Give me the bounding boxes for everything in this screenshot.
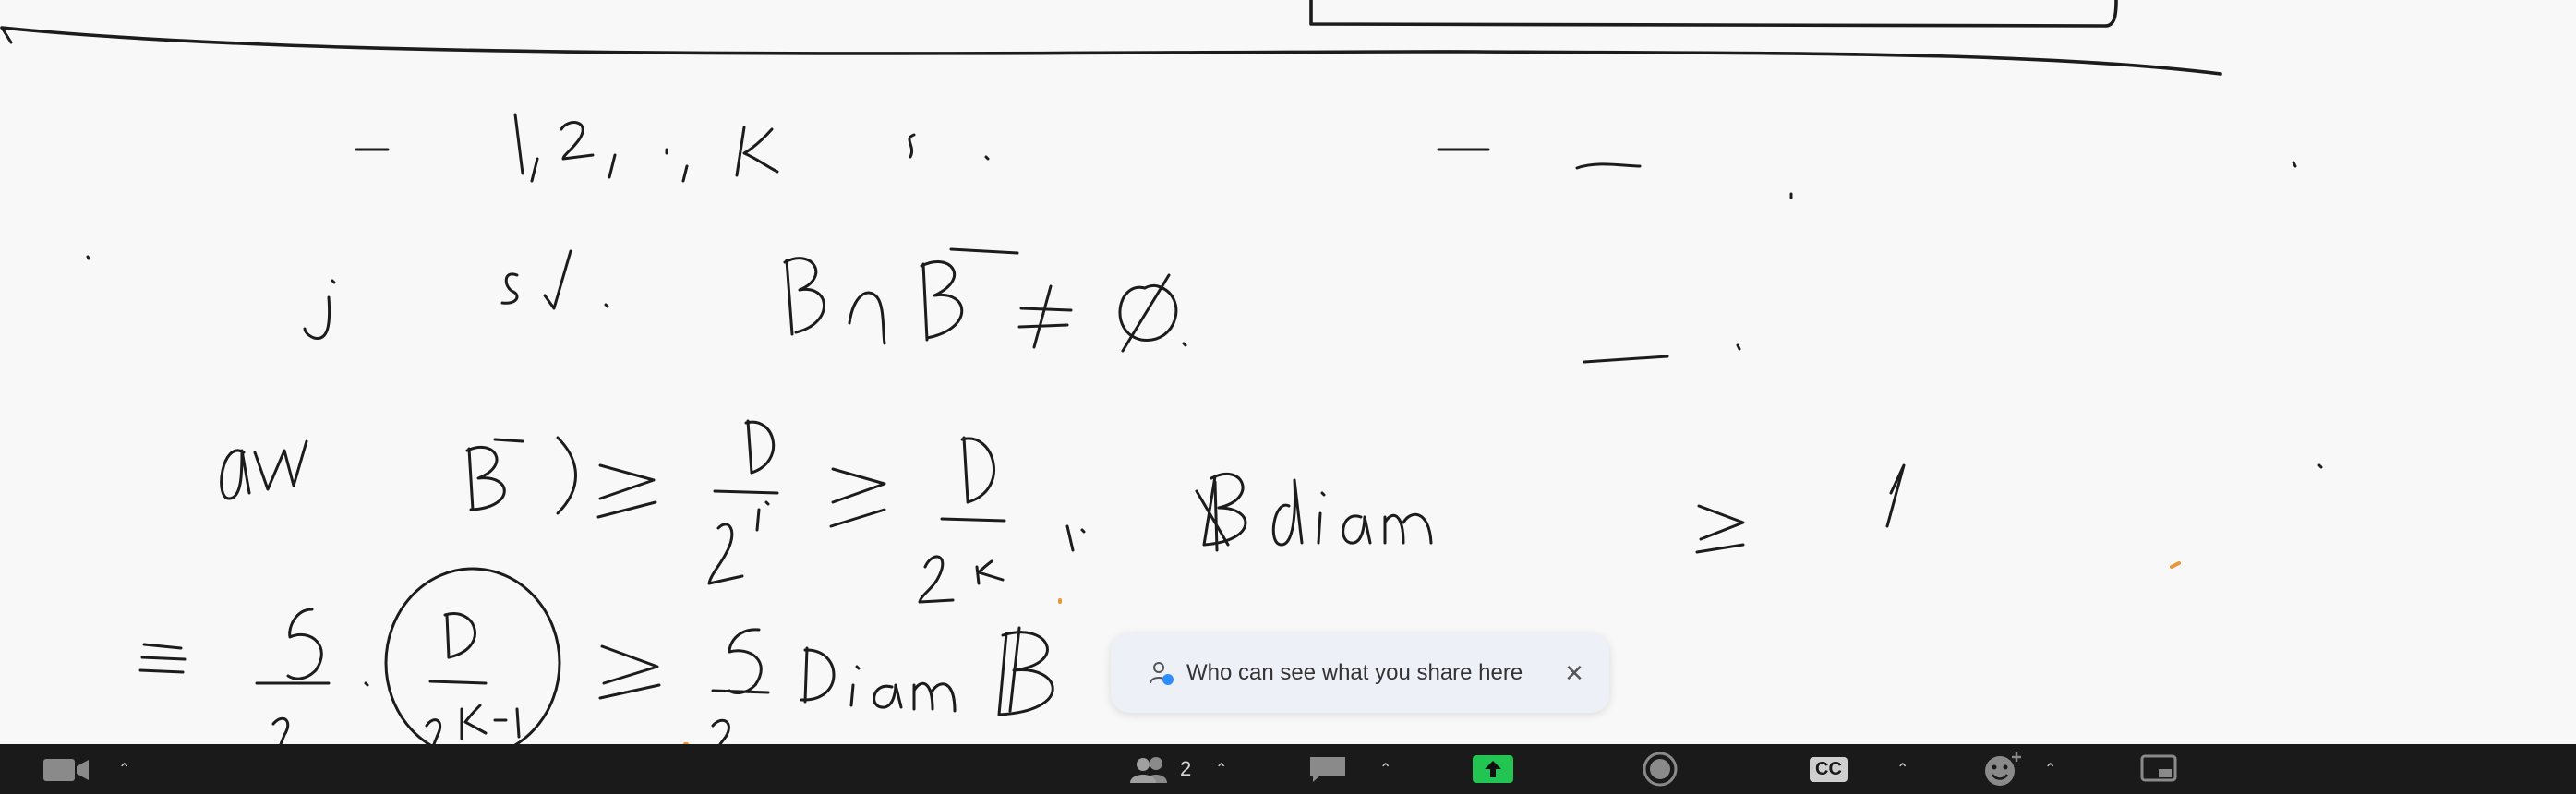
video-camera-icon xyxy=(43,759,89,781)
ink-row-4 xyxy=(138,567,1054,744)
share-visibility-notice: Who can see what you share here ✕ xyxy=(1111,633,1609,713)
meeting-toolbar: ⌃ 2 ⌃ ⌃ CC ⌃ ⌃ xyxy=(0,744,2576,794)
share-screen-icon xyxy=(1473,755,1513,783)
view-icon xyxy=(2140,754,2177,782)
chevron-up-icon: ⌃ xyxy=(118,762,131,777)
chevron-up-icon: ⌃ xyxy=(1215,762,1228,777)
close-icon[interactable]: ✕ xyxy=(1559,659,1589,688)
share-notice-text: Who can see what you share here xyxy=(1186,660,1523,685)
captions-button[interactable]: CC xyxy=(1810,744,1848,794)
ink-row-3 xyxy=(220,419,2323,604)
chevron-up-icon: ⌃ xyxy=(2044,762,2057,777)
participants-button[interactable]: 2 xyxy=(1128,744,1198,794)
chevron-up-icon: ⌃ xyxy=(1896,762,1909,777)
participants-count: 2 xyxy=(1180,757,1192,780)
video-button[interactable] xyxy=(42,744,90,794)
person-lock-icon xyxy=(1150,662,1174,685)
chevron-up-icon: ⌃ xyxy=(1379,762,1392,777)
ink-row-2 xyxy=(303,247,1741,364)
participants-options-button[interactable]: ⌃ xyxy=(1215,744,1227,794)
captions-options-button[interactable]: ⌃ xyxy=(1896,744,1908,794)
view-button[interactable] xyxy=(2140,744,2177,794)
ink-row-1 xyxy=(86,113,2297,260)
reactions-options-button[interactable]: ⌃ xyxy=(2044,744,2056,794)
ink-frame xyxy=(0,0,2222,76)
record-button[interactable] xyxy=(1642,744,1679,794)
chat-button[interactable] xyxy=(1307,744,1348,794)
reactions-icon xyxy=(1985,752,2021,786)
reactions-button[interactable] xyxy=(1983,744,2022,794)
share-screen-button[interactable] xyxy=(1472,744,1514,794)
chat-icon xyxy=(1310,757,1345,782)
captions-label: CC xyxy=(1810,756,1848,782)
video-options-button[interactable]: ⌃ xyxy=(118,744,130,794)
chat-options-button[interactable]: ⌃ xyxy=(1379,744,1391,794)
record-icon xyxy=(1643,752,1678,787)
participants-icon xyxy=(1130,757,1167,783)
